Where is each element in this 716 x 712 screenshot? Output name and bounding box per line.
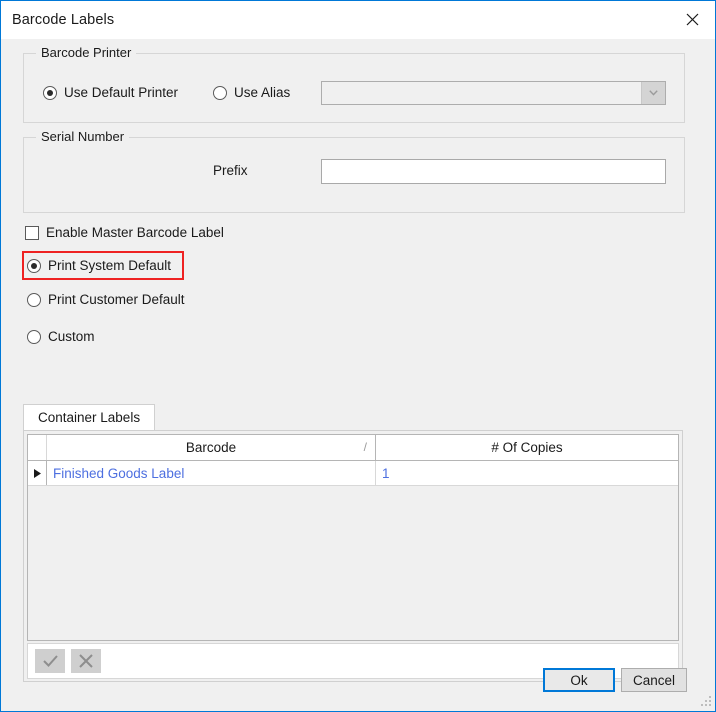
checkbox-enable-master-barcode-label-indicator xyxy=(25,225,39,240)
cell-copies-text: 1 xyxy=(382,465,390,481)
radio-print-system-default-indicator xyxy=(27,258,41,273)
chevron-down-icon[interactable] xyxy=(641,82,665,104)
window-title: Barcode Labels xyxy=(12,12,115,28)
sort-indicator-icon: / xyxy=(363,440,367,454)
radio-use-default-printer[interactable]: Use Default Printer xyxy=(43,85,178,100)
radio-use-default-printer-label: Use Default Printer xyxy=(64,85,179,100)
cancel-button[interactable]: Cancel xyxy=(621,668,687,692)
ok-button-label: Ok xyxy=(570,672,588,688)
prefix-label: Prefix xyxy=(213,163,248,178)
radio-print-system-default-label: Print System Default xyxy=(48,258,172,273)
tab-container-labels-label: Container Labels xyxy=(38,410,141,425)
alias-combo-value xyxy=(322,82,641,104)
container-labels-panel: Barcode / # Of Copies Finished Goods Lab… xyxy=(23,430,683,682)
radio-print-customer-default-label: Print Customer Default xyxy=(48,292,185,307)
cell-copies[interactable]: 1 xyxy=(376,461,678,485)
radio-use-alias[interactable]: Use Alias xyxy=(213,85,290,100)
tab-strip: Container Labels xyxy=(23,404,683,430)
radio-print-customer-default[interactable]: Print Customer Default xyxy=(27,292,185,307)
grid-column-header-copies[interactable]: # Of Copies xyxy=(376,435,678,460)
row-selector-icon[interactable] xyxy=(28,461,47,485)
table-row[interactable]: Finished Goods Label 1 xyxy=(28,461,678,486)
close-icon[interactable] xyxy=(669,1,715,38)
prefix-input[interactable] xyxy=(321,159,666,184)
radio-use-alias-indicator xyxy=(213,85,227,100)
radio-custom-label: Custom xyxy=(48,329,95,344)
x-icon xyxy=(79,654,93,668)
grid-column-header-barcode-label: Barcode xyxy=(185,440,237,455)
radio-custom-indicator xyxy=(27,329,41,344)
resize-grip-icon[interactable] xyxy=(700,696,712,708)
radio-custom[interactable]: Custom xyxy=(27,329,95,344)
radio-use-default-printer-indicator xyxy=(43,85,57,100)
grid-header-indicator-cell xyxy=(28,435,47,460)
grid-empty-area xyxy=(28,486,678,640)
alias-combo[interactable] xyxy=(321,81,666,105)
cell-barcode[interactable]: Finished Goods Label xyxy=(47,461,376,485)
labels-grid: Barcode / # Of Copies Finished Goods Lab… xyxy=(27,434,679,641)
serial-number-group-title: Serial Number xyxy=(36,129,130,144)
barcode-labels-dialog: Barcode Labels Barcode Printer Use Defau… xyxy=(0,0,716,712)
radio-print-system-default[interactable]: Print System Default xyxy=(27,258,171,273)
grid-column-header-copies-label: # Of Copies xyxy=(491,440,563,455)
tab-container-labels[interactable]: Container Labels xyxy=(23,404,156,430)
title-bar: Barcode Labels xyxy=(1,1,715,40)
radio-print-customer-default-indicator xyxy=(27,292,41,307)
checkbox-enable-master-barcode-label-text: Enable Master Barcode Label xyxy=(46,225,224,240)
grid-header-row: Barcode / # Of Copies xyxy=(28,435,678,461)
radio-use-alias-label: Use Alias xyxy=(234,85,291,100)
close-glyph xyxy=(686,13,698,26)
row-selector-arrow-glyph xyxy=(33,468,41,478)
ok-button[interactable]: Ok xyxy=(543,668,615,692)
check-icon xyxy=(42,655,58,667)
barcode-printer-group-title: Barcode Printer xyxy=(36,45,137,60)
cancel-edit-button[interactable] xyxy=(71,649,101,673)
cell-barcode-text: Finished Goods Label xyxy=(53,465,185,481)
checkbox-enable-master-barcode-label[interactable]: Enable Master Barcode Label xyxy=(25,225,224,240)
accept-button[interactable] xyxy=(35,649,65,673)
cancel-button-label: Cancel xyxy=(632,672,676,688)
grid-column-header-barcode[interactable]: Barcode / xyxy=(47,435,376,460)
chevron-down-glyph xyxy=(649,90,658,96)
dialog-body: Barcode Printer Use Default Printer Use … xyxy=(1,39,715,711)
